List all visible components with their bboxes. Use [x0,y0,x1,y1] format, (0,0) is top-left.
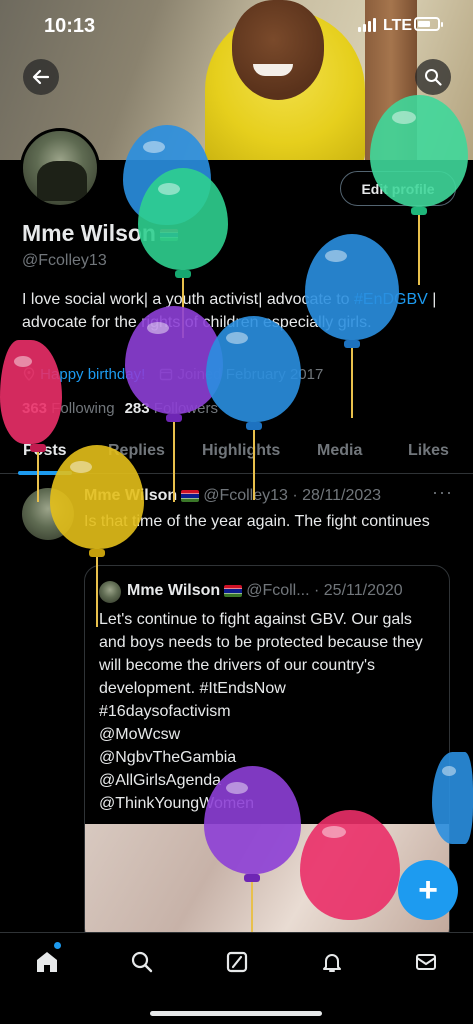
nav-messages[interactable] [411,947,441,977]
nav-grok[interactable] [222,947,252,977]
bell-icon [323,954,341,972]
home-icon [37,952,57,972]
quote-avatar [99,581,121,603]
profile-name-text: Mme Wilson [22,220,156,246]
back-button[interactable] [23,59,59,95]
nav-home[interactable] [32,947,62,977]
quote-line: Let's continue to fight against GBV. Our… [99,611,423,697]
search-icon [425,69,442,86]
post-handle-date: @Fcolley13 · 28/11/2023 [203,487,382,504]
profile-avatar[interactable] [20,128,100,208]
more-options-button[interactable]: ··· [432,482,453,503]
tab-media[interactable]: Media [317,442,362,460]
quote-line: #16daysofactivism [99,703,231,720]
compose-button[interactable]: + [398,860,458,920]
quote-mention: @MoWcsw [99,726,181,743]
home-indicator [150,1011,322,1016]
quote-handle-date: @Fcoll... · 25/11/2020 [246,582,403,599]
arrow-left-icon [32,69,50,85]
mail-icon [416,954,436,970]
tab-likes[interactable]: Likes [408,442,449,460]
profile-handle: @Fcolley13 [22,252,107,269]
search-icon [131,951,153,973]
banner-smile [253,64,293,76]
nav-notifications[interactable] [317,947,347,977]
network-label: LTE [383,17,413,34]
grok-icon [226,951,248,973]
tab-highlights[interactable]: Highlights [202,442,280,460]
search-button[interactable] [415,59,451,95]
status-bar: 10:13 LTE [0,0,473,54]
bottom-navigation [0,932,473,1024]
status-time: 10:13 [44,15,96,37]
notification-dot [54,942,61,949]
signal-icon [358,18,378,32]
battery-icon [414,17,443,31]
gambia-flag-icon [181,489,200,502]
quote-header: Mme Wilson @Fcoll... · 25/11/2020 [127,582,403,600]
quote-author: Mme Wilson [127,582,221,599]
quote-mention: @NgbvTheGambia [99,749,237,766]
nav-search[interactable] [127,947,157,977]
gambia-flag-icon [224,584,243,597]
